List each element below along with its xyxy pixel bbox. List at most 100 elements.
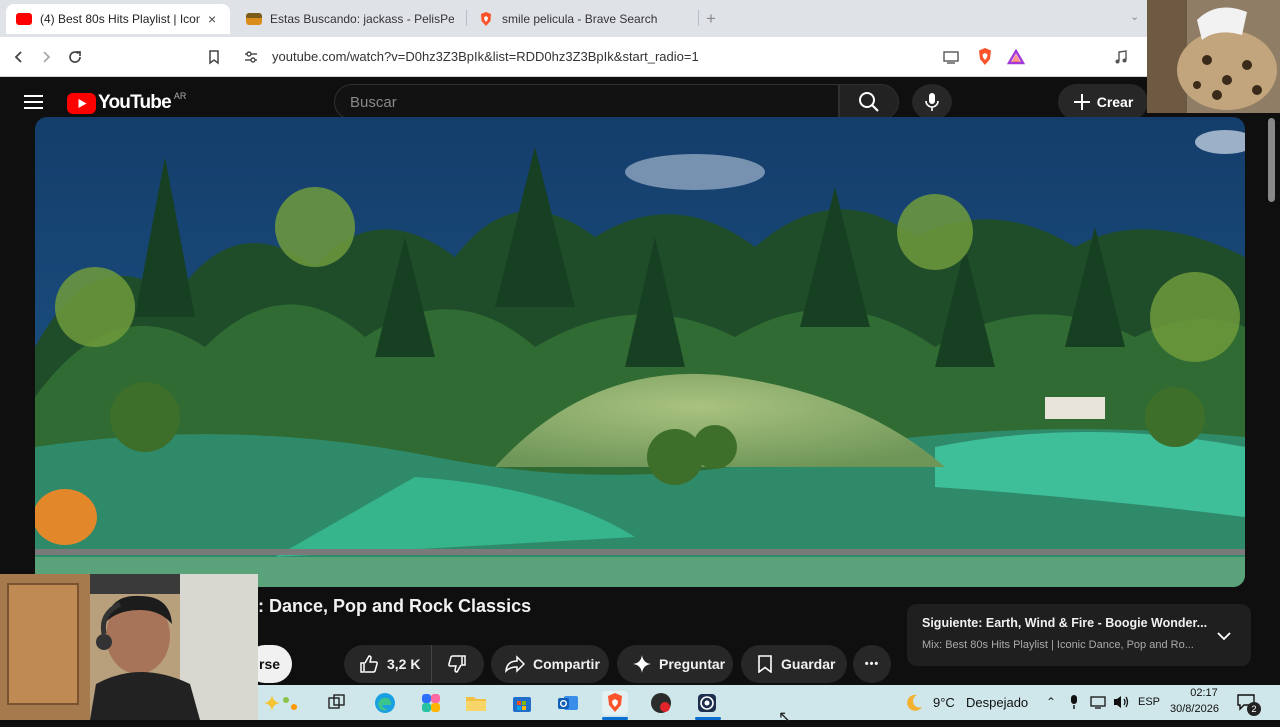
tab-youtube[interactable]: (4) Best 80s Hits Playlist | Iconic D × [6,4,230,34]
forward-arrow-icon [43,51,51,63]
clock-time[interactable]: 02:17 [1181,687,1227,699]
task-view-icon[interactable] [325,691,349,715]
cat-camera-overlay [1147,0,1280,113]
obs-studio-icon[interactable] [649,691,673,715]
browser-tab-bar: (4) Best 80s Hits Playlist | Iconic D × … [0,0,1280,37]
more-options-icon: ••• [864,658,880,670]
share-label: Compartir [533,656,600,672]
tab-title: smile pelicula - Brave Search [502,12,658,26]
page-scrollbar[interactable] [1268,118,1275,202]
brave-favicon-icon [481,12,491,26]
reload-button[interactable] [64,46,86,68]
youtube-play-logo-icon [67,92,96,114]
file-explorer-icon[interactable] [464,691,488,715]
youtube-wordmark: YouTube [98,92,172,113]
ask-button[interactable]: Preguntar [617,645,733,683]
back-button[interactable] [8,46,30,68]
up-next-subtitle: Mix: Best 80s Hits Playlist | Iconic Dan… [922,639,1194,651]
tab-brave-search[interactable]: smile pelicula - Brave Search [468,4,696,34]
microphone-tray-icon[interactable] [1069,694,1079,715]
search-placeholder: Buscar [350,93,397,111]
save-button[interactable]: Guardar [741,645,847,683]
brave-rewards-triangle-icon [1007,49,1025,65]
sparkle-icon [633,655,651,673]
thumbs-up-icon [360,655,378,673]
share-arrow-icon [505,655,525,673]
back-arrow-icon [14,51,22,63]
outlook-icon[interactable] [556,691,580,715]
volume-icon[interactable] [1112,694,1130,715]
cat-image [1147,0,1280,113]
webcam-person-image [0,574,258,720]
weather-temperature[interactable]: 9°C [933,695,955,710]
ask-label: Preguntar [659,656,726,672]
like-button[interactable]: 3,2 K [344,645,432,683]
youtube-logo[interactable]: YouTube AR [67,91,187,114]
close-tab-icon[interactable]: × [208,11,216,27]
search-button[interactable] [839,84,899,120]
address-bar-row: youtube.com/watch?v=D0hz3Z3BpIk&list=RDD… [0,37,1280,77]
region-code: AR [173,91,187,101]
url-field[interactable]: youtube.com/watch?v=D0hz3Z3BpIk&list=RDD… [272,49,699,64]
bookmark-save-icon [758,655,772,673]
screen-cast-icon [943,51,959,64]
network-icon[interactable] [1090,695,1106,714]
brave-rewards-button[interactable] [1005,46,1027,68]
up-next-title: Siguiente: Earth, Wind & Fire - Boogie W… [922,616,1208,630]
weather-moon-icon[interactable] [902,691,926,715]
edge-browser-icon[interactable] [373,691,397,715]
mouse-cursor-icon: ↖ [778,709,792,726]
bookmark-button[interactable] [203,46,225,68]
menu-icon[interactable] [24,94,44,115]
media-button[interactable] [1110,46,1132,68]
video-frame-model-landscape [35,117,1245,587]
reload-icon [69,51,81,63]
up-next-card[interactable]: Siguiente: Earth, Wind & Fire - Boogie W… [907,604,1251,666]
windows-taskbar: ↖ 9°C Despejado ⌃ ESP 02:17 30/8/2026 2 [258,685,1280,726]
notification-count-badge: 2 [1247,702,1261,716]
camera-app-icon[interactable] [695,691,719,715]
brave-shields-button[interactable] [974,46,996,68]
tab-pelispedia[interactable]: Estas Buscando: jackass - PelisPedia [236,4,464,34]
more-actions-button[interactable]: ••• [853,645,891,683]
plus-icon [1073,94,1090,110]
bookmark-icon [209,50,219,65]
tab-divider [466,10,467,26]
tab-list-chevron-icon[interactable]: ⌄ [1130,10,1139,23]
search-input[interactable]: Buscar [334,84,839,120]
site-settings-button[interactable] [240,46,262,68]
subscribe-label: rse [259,656,281,672]
copilot-sparkle-icon[interactable] [262,691,302,715]
microsoft-store-icon[interactable] [510,691,534,715]
pelispedia-favicon-icon [246,13,262,25]
thumbs-down-icon [448,655,466,673]
model-house-icon [1045,397,1105,419]
video-title: : Dance, Pop and Rock Classics [258,596,532,616]
expand-chevron-icon[interactable] [1217,628,1231,646]
like-count: 3,2 K [387,656,421,672]
dislike-button[interactable] [432,645,482,683]
brave-taskbar-icon[interactable] [602,691,628,715]
tray-chevron-up-icon[interactable]: ⌃ [1046,695,1056,709]
search-icon [859,92,879,112]
new-tab-button[interactable]: + [706,9,716,29]
save-label: Guardar [781,656,836,672]
tab-title: Estas Buscando: jackass - PelisPedia [270,12,454,26]
cast-button[interactable] [940,46,962,68]
streamer-webcam [0,574,258,720]
create-label: Crear [1096,94,1134,110]
copilot-app-icon[interactable] [419,691,443,715]
input-language[interactable]: ESP [1138,696,1160,708]
voice-search-button[interactable] [912,84,952,120]
create-button[interactable]: Crear [1058,84,1148,120]
video-player[interactable] [35,117,1245,587]
weather-description[interactable]: Despejado [966,695,1028,710]
forward-button[interactable] [35,46,57,68]
clock-date[interactable]: 30/8/2026 [1170,703,1219,715]
like-dislike-group: 3,2 K [344,645,484,683]
tab-title: (4) Best 80s Hits Playlist | Iconic D [40,12,200,26]
tab-divider [698,10,699,26]
brave-shield-icon [979,48,991,65]
music-note-icon [1115,50,1127,64]
share-button[interactable]: Compartir [491,645,609,683]
